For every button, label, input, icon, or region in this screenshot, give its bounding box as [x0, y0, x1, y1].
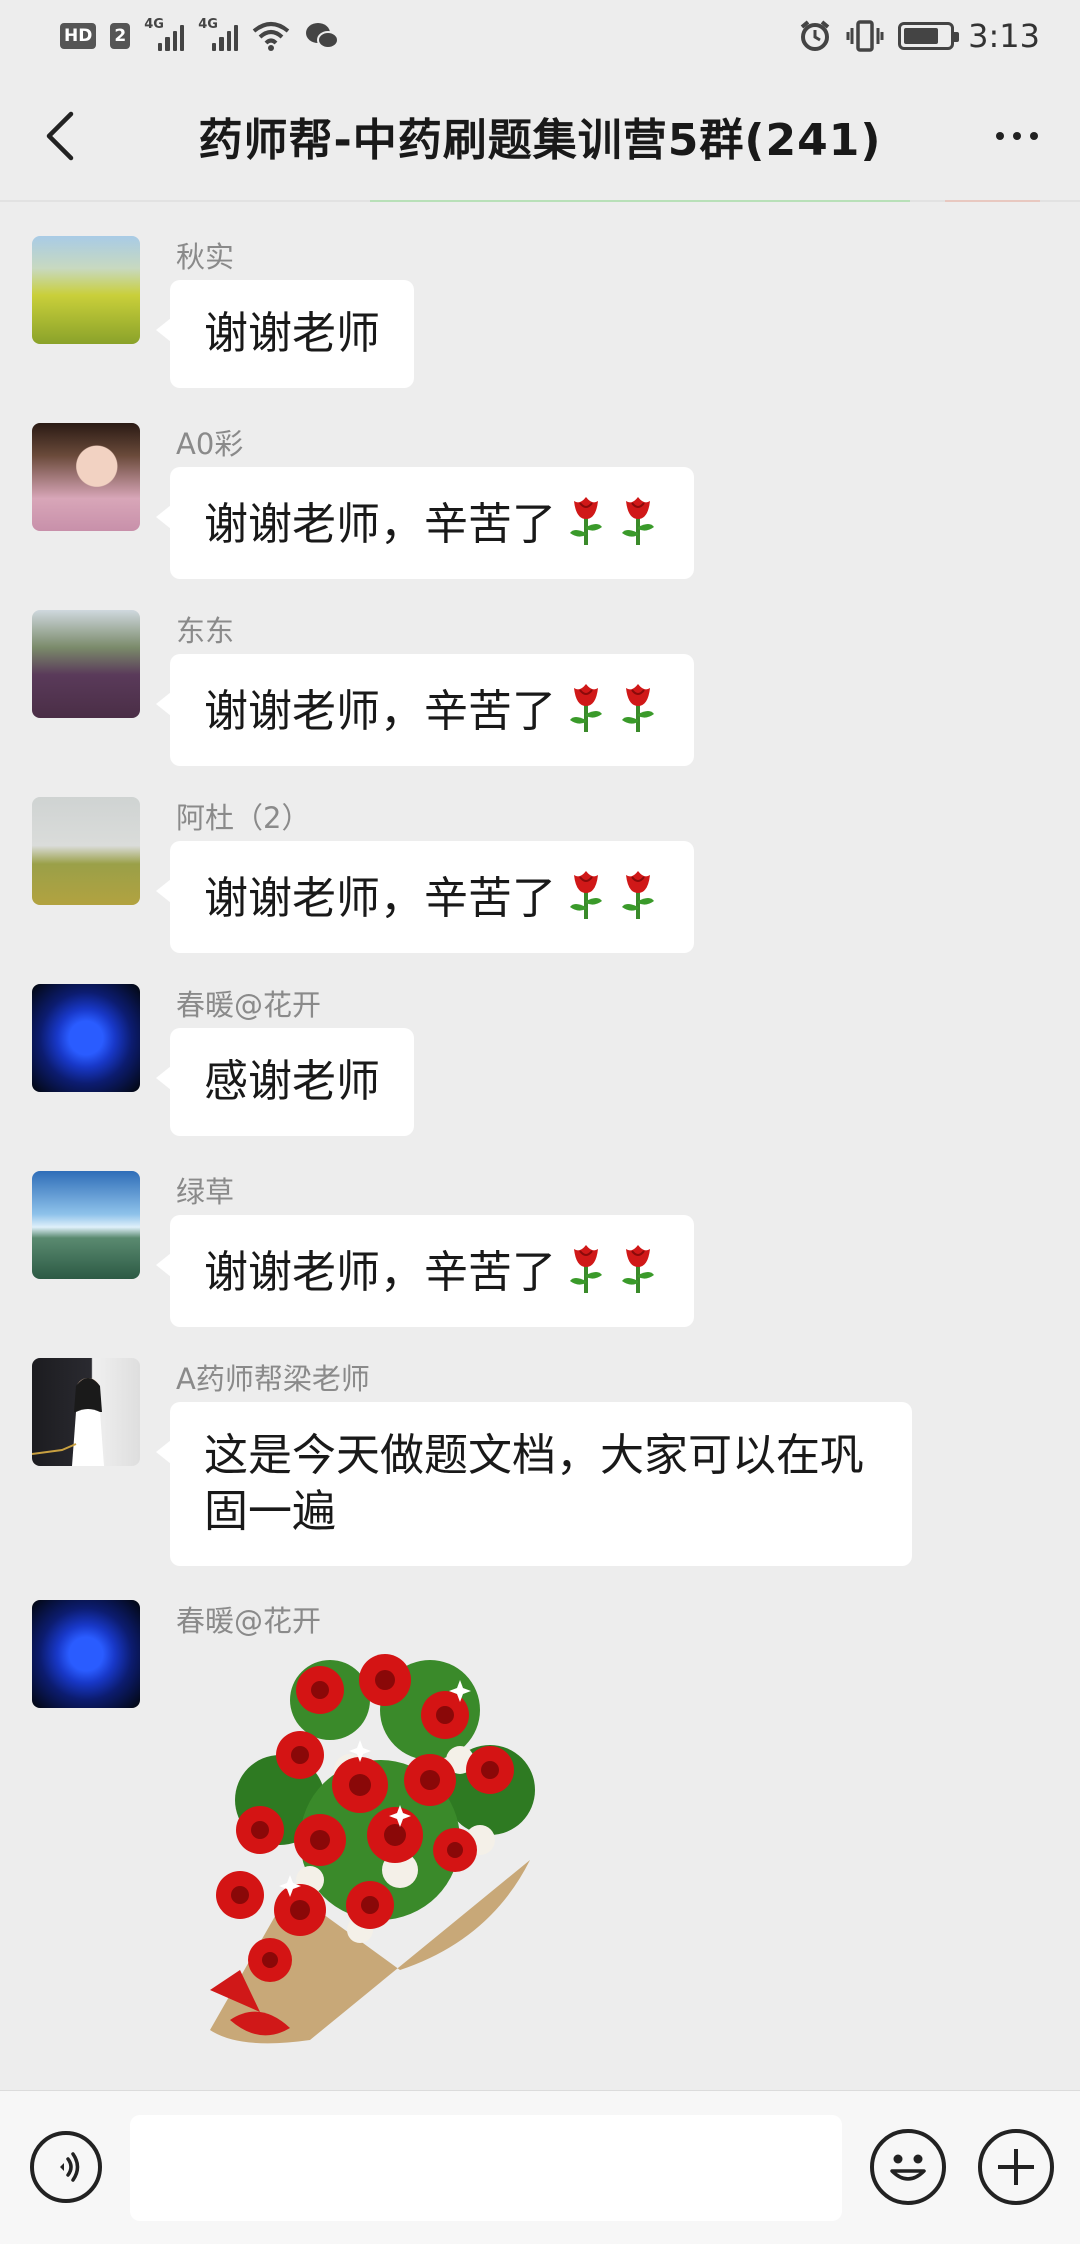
hd-label: HD — [64, 26, 93, 46]
avatar[interactable] — [32, 984, 140, 1092]
network-type-2: 4G — [198, 17, 218, 32]
avatar[interactable] — [32, 1171, 140, 1279]
sender-name: 东东 — [176, 614, 235, 648]
plus-icon — [998, 2149, 1034, 2185]
status-bar: HD 2 4G 4G 3:13 — [0, 0, 1080, 72]
sim-badge: 2 — [110, 23, 131, 49]
vibrate-icon — [846, 20, 884, 52]
message-bubble[interactable]: 谢谢老师，辛苦了 — [156, 654, 694, 766]
avatar[interactable] — [32, 610, 140, 718]
message-text: 谢谢老师，辛苦了 — [204, 499, 556, 550]
rose-emoji-icon — [570, 684, 602, 732]
more-button[interactable] — [982, 106, 1052, 166]
message-bubble[interactable]: 谢谢老师，辛苦了 — [156, 1215, 694, 1327]
message-bubble[interactable]: 谢谢老师，辛苦了 — [156, 467, 694, 579]
rose-emoji-icon — [622, 497, 654, 545]
chat-header: 药师帮-中药刷题集训营5群(241) — [0, 72, 1080, 200]
message-text: 谢谢老师，辛苦了 — [204, 686, 556, 737]
avatar[interactable] — [32, 797, 140, 905]
sender-name: 春暖@花开 — [176, 988, 322, 1022]
message-text: 感谢老师 — [204, 1056, 380, 1107]
message-bubble[interactable]: 感谢老师 — [156, 1028, 414, 1136]
voice-button[interactable] — [30, 2131, 102, 2203]
signal-icon-2: 4G — [198, 17, 239, 51]
rose-emoji-icon — [622, 1245, 654, 1293]
wifi-icon — [252, 22, 290, 51]
emoji-icon — [890, 2154, 926, 2181]
more-dot — [1030, 132, 1038, 140]
avatar[interactable] — [32, 1358, 140, 1466]
avatar[interactable] — [32, 423, 140, 531]
message-bubble[interactable]: 谢谢老师 — [156, 280, 414, 388]
message-bubble[interactable]: 谢谢老师，辛苦了 — [156, 841, 694, 953]
rose-emoji-icon — [622, 684, 654, 732]
message-text-line: 这是今天做题文档，大家可以在巩 — [204, 1430, 864, 1481]
rose-emoji-icon — [622, 871, 654, 919]
more-dot — [1013, 132, 1021, 140]
voice-icon — [60, 2152, 80, 2182]
message-input[interactable] — [130, 2115, 842, 2221]
sender-name: 春暖@花开 — [176, 1604, 322, 1638]
emoji-button[interactable] — [870, 2129, 946, 2205]
chevron-left-icon — [46, 111, 74, 161]
network-type-1: 4G — [144, 17, 164, 32]
signal-icon-1: 4G — [144, 17, 185, 51]
back-button[interactable] — [30, 106, 90, 166]
message-text-line: 固一遍 — [204, 1486, 336, 1537]
alarm-icon — [800, 20, 830, 51]
status-right: 3:13 — [798, 17, 1040, 55]
sim-label: 2 — [114, 26, 127, 46]
sender-name: A药师帮梁老师 — [176, 1362, 370, 1396]
avatar[interactable] — [32, 236, 140, 344]
sender-name: 秋实 — [176, 240, 235, 274]
sender-name: 绿草 — [176, 1175, 235, 1209]
wechat-icon — [306, 23, 340, 49]
teacher-figure — [32, 1378, 104, 1466]
input-bar — [0, 2090, 1080, 2244]
rose-bouquet-sticker[interactable] — [200, 1640, 570, 2050]
more-dot — [996, 132, 1004, 140]
status-left: HD 2 4G 4G — [60, 17, 340, 51]
message-text: 谢谢老师 — [204, 308, 380, 359]
sender-name: 阿杜（2） — [176, 801, 311, 835]
rose-emoji-icon — [570, 871, 602, 919]
message-bubble[interactable]: 这是今天做题文档，大家可以在巩 固一遍 — [156, 1402, 912, 1566]
plus-button[interactable] — [978, 2129, 1054, 2205]
rose-emoji-icon — [570, 1245, 602, 1293]
header-divider — [0, 200, 1080, 202]
sender-name: A0彩 — [176, 427, 244, 461]
chat-title: 药师帮-中药刷题集训营5群(241) — [198, 115, 882, 166]
status-time: 3:13 — [968, 17, 1040, 55]
message-text: 谢谢老师，辛苦了 — [204, 873, 556, 924]
rose-emoji-icon — [570, 497, 602, 545]
avatar[interactable] — [32, 1600, 140, 1708]
battery-icon — [898, 22, 960, 50]
message-text: 谢谢老师，辛苦了 — [204, 1247, 556, 1298]
hd-badge: HD — [60, 23, 97, 49]
